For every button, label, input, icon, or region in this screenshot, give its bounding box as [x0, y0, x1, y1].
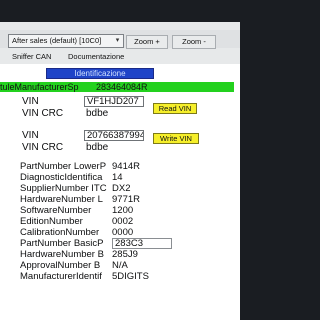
menu-item-documentazione[interactable]: Documentazione	[68, 51, 124, 63]
profile-select[interactable]: After sales (default) [10C0] ▾	[8, 34, 124, 48]
identifier-value: DX2	[112, 183, 131, 194]
screen-photo: After sales (default) [10C0] ▾ Zoom + Zo…	[0, 22, 240, 320]
identifier-name: DiagnosticIdentifica	[20, 172, 103, 183]
identifier-value: 0000	[112, 227, 134, 238]
vin-crc-value: bdbe	[86, 108, 109, 119]
identifier-value: 0002	[112, 216, 134, 227]
identifier-name: HardwareNumber B	[20, 249, 104, 260]
identifier-name: PartNumber LowerP	[20, 161, 107, 172]
vin-read-field[interactable]: VF1HJD207	[84, 96, 144, 107]
profile-select-value: After sales (default) [10C0]	[12, 36, 102, 45]
menu-item-sniffer-can[interactable]: Sniffer CAN	[12, 51, 51, 63]
chevron-down-icon: ▾	[115, 37, 120, 44]
identifier-name: ManufacturerIdentif	[20, 271, 102, 282]
identifier-value: 5DIGITS	[112, 271, 149, 282]
identifier-name: EditionNumber	[20, 216, 83, 227]
zoom-out-button[interactable]: Zoom -	[172, 35, 216, 49]
vin-crc-value-2: bdbe	[86, 142, 109, 153]
identifier-value: 14	[112, 172, 123, 183]
main-panel: Identificazione tuleManufacturerSp 28346…	[0, 64, 240, 320]
identifier-name: SoftwareNumber	[20, 205, 92, 216]
vin-label-2: VIN	[22, 130, 39, 141]
identifier-value: 285J9	[112, 249, 138, 260]
identifier-name: SupplierNumber ITC	[20, 183, 107, 194]
vin-write-field[interactable]: 20766387994	[84, 130, 144, 141]
vin-crc-label: VIN CRC	[22, 108, 64, 119]
identifier-name: HardwareNumber L	[20, 194, 103, 205]
read-vin-button[interactable]: Read VIN	[153, 103, 197, 114]
vin-label: VIN	[22, 96, 39, 107]
menu-bar: Sniffer CAN Documentazione	[0, 51, 240, 63]
identifier-value: N/A	[112, 260, 128, 271]
section-title: Identificazione	[46, 68, 154, 79]
identifier-value: 9771R	[112, 194, 140, 205]
identifier-name: ApprovalNumber B	[20, 260, 101, 271]
write-vin-button[interactable]: Write VIN	[153, 133, 199, 144]
identifier-name: CalibrationNumber	[20, 227, 100, 238]
manufacturer-label: tuleManufacturerSp	[0, 82, 79, 92]
manufacturer-value: 283464084R	[96, 82, 148, 92]
identifier-value: 1200	[112, 205, 134, 216]
vin-crc-label-2: VIN CRC	[22, 142, 64, 153]
identifier-name: PartNumber BasicP	[20, 238, 104, 249]
zoom-in-button[interactable]: Zoom +	[126, 35, 168, 49]
identifier-value-field[interactable]: 283C3	[112, 238, 172, 249]
identifier-value: 9414R	[112, 161, 140, 172]
